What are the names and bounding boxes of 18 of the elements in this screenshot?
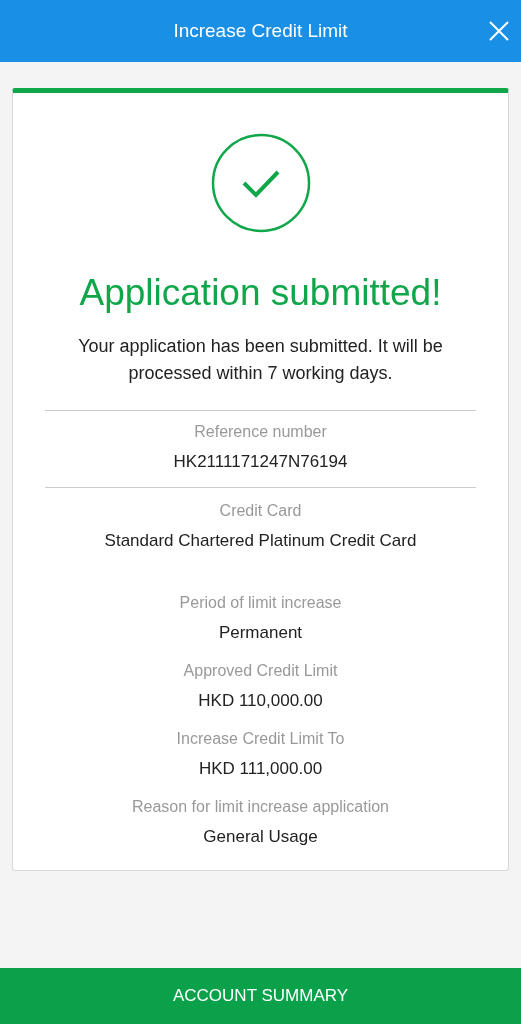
detail-value: General Usage: [202, 826, 319, 848]
screen-title: Increase Credit Limit: [173, 20, 348, 42]
detail-value: HKD 110,000.00: [197, 690, 324, 712]
detail-value: Standard Chartered Platinum Credit Card: [104, 530, 417, 552]
detail-label: Approved Credit Limit: [183, 661, 338, 681]
account-summary-button[interactable]: ACCOUNT SUMMARY: [0, 968, 521, 1024]
close-icon[interactable]: [489, 21, 509, 41]
detail-value: HKD 111,000.00: [197, 758, 324, 780]
reference-label: Reference number: [193, 422, 328, 442]
detail-value: Permanent: [217, 622, 304, 644]
success-check-icon: [210, 133, 311, 233]
reference-value: HK2111171247N76194: [172, 451, 349, 473]
detail-label: Period of limit increase: [179, 593, 342, 613]
success-message: Your application has been submitted. It will be processed within 7 working days.: [77, 335, 444, 385]
detail-label: Increase Credit Limit To: [176, 729, 345, 749]
success-title: Application submitted!: [79, 271, 442, 315]
detail-label: Credit Card: [218, 501, 303, 521]
detail-label: Reason for limit increase application: [132, 797, 389, 817]
